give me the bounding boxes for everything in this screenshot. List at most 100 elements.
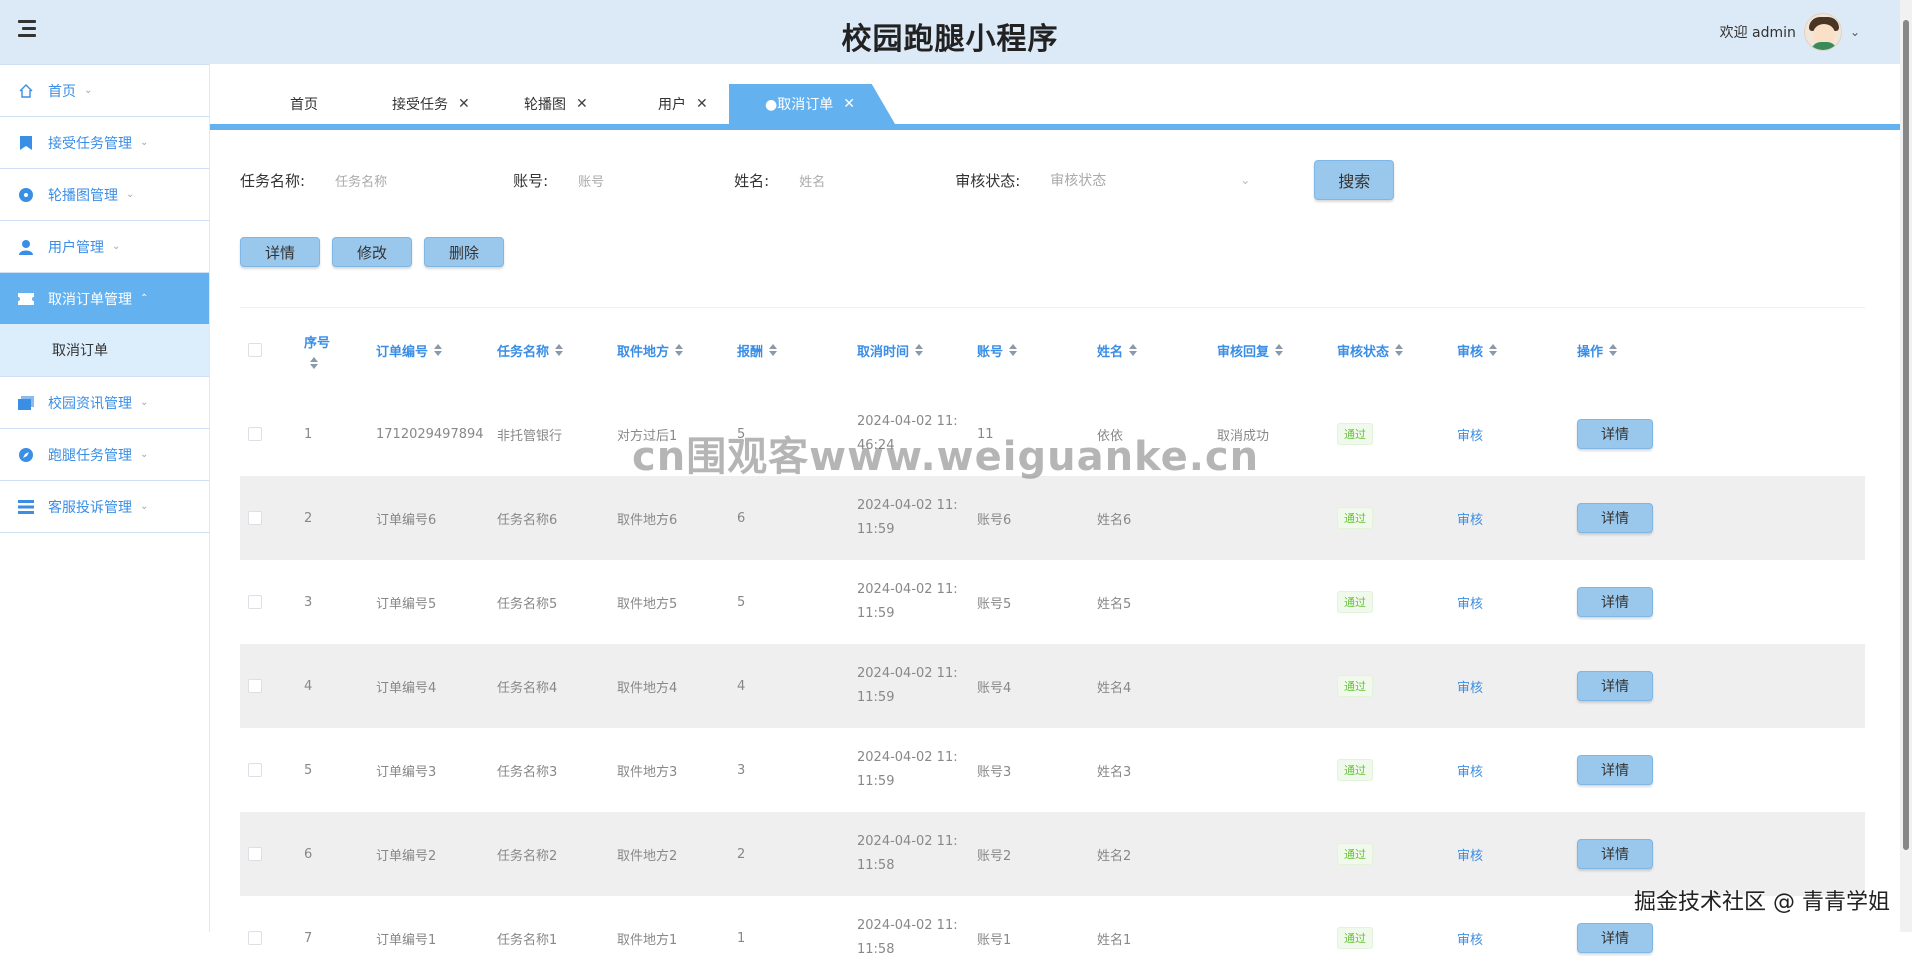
- sort-icon[interactable]: [310, 357, 318, 369]
- cell-cancel-time: 2024-04-02 11: 11:58: [857, 896, 958, 980]
- sidebar-item-users[interactable]: 用户管理 ⌄: [0, 220, 209, 272]
- sidebar-item-errand-tasks[interactable]: 跑腿任务管理 ⌄: [0, 428, 209, 480]
- header-cancel-time[interactable]: 取消时间: [857, 308, 923, 392]
- row-detail-button[interactable]: 详情: [1577, 419, 1653, 449]
- account-input[interactable]: 账号: [568, 163, 738, 197]
- name-input[interactable]: 姓名: [789, 163, 959, 197]
- sidebar-subitem-cancel-order[interactable]: 取消订单: [0, 324, 209, 376]
- delete-button[interactable]: 删除: [424, 237, 504, 267]
- row-detail-button[interactable]: 详情: [1577, 755, 1653, 785]
- tabs-bar: 首页 接受任务✕ 轮播图✕ 用户✕ ●取消订单✕: [210, 64, 1900, 130]
- orders-table: 序号 订单编号 任务名称 取件地方 报酬 取消时间 账号 姓名 审核回复 审核状…: [240, 307, 1865, 980]
- status-select[interactable]: 审核状态 ⌄: [1040, 163, 1260, 197]
- sort-icon[interactable]: [1489, 344, 1497, 356]
- avatar[interactable]: [1804, 13, 1842, 51]
- header-status[interactable]: 审核状态: [1337, 308, 1403, 392]
- audit-link[interactable]: 审核: [1457, 560, 1483, 644]
- header-name[interactable]: 姓名: [1097, 308, 1137, 392]
- close-icon[interactable]: ✕: [458, 96, 470, 112]
- cell-order-no: 1712029497894: [376, 392, 484, 476]
- header-audit[interactable]: 审核: [1457, 308, 1497, 392]
- tab-cancel-orders[interactable]: ●取消订单✕: [729, 84, 895, 124]
- row-detail-button[interactable]: 详情: [1577, 587, 1653, 617]
- sort-icon[interactable]: [434, 344, 442, 356]
- row-checkbox[interactable]: [248, 595, 262, 609]
- chevron-down-icon[interactable]: ⌄: [1850, 25, 1860, 39]
- cell-index: 3: [304, 560, 312, 644]
- cell-pay: 1: [737, 896, 745, 980]
- list-icon: [18, 499, 34, 515]
- sort-icon[interactable]: [915, 344, 923, 356]
- detail-button[interactable]: 详情: [240, 237, 320, 267]
- row-checkbox[interactable]: [248, 679, 262, 693]
- header-operation[interactable]: 操作: [1577, 308, 1617, 392]
- sidebar-item-carousel[interactable]: 轮播图管理 ⌄: [0, 168, 209, 220]
- sort-icon[interactable]: [1395, 344, 1403, 356]
- row-detail-button[interactable]: 详情: [1577, 671, 1653, 701]
- cell-pay: 3: [737, 728, 745, 812]
- cell-pickup-place: 取件地方2: [617, 812, 677, 896]
- sort-icon[interactable]: [1009, 344, 1017, 356]
- audit-link[interactable]: 审核: [1457, 392, 1483, 476]
- cell-account: 账号5: [977, 560, 1011, 644]
- header-pickup-place[interactable]: 取件地方: [617, 308, 683, 392]
- table-row[interactable]: 7订单编号1任务名称1取件地方112024-04-02 11: 11:58账号1…: [240, 896, 1865, 980]
- status-badge: 通过: [1337, 591, 1373, 613]
- audit-link[interactable]: 审核: [1457, 476, 1483, 560]
- row-checkbox[interactable]: [248, 763, 262, 777]
- audit-link[interactable]: 审核: [1457, 728, 1483, 812]
- sort-icon[interactable]: [1275, 344, 1283, 356]
- scrollbar-thumb[interactable]: [1903, 20, 1909, 850]
- page-scrollbar[interactable]: [1900, 0, 1912, 932]
- tab-carousel[interactable]: 轮播图✕: [524, 84, 588, 124]
- edit-button[interactable]: 修改: [332, 237, 412, 267]
- header-order-no[interactable]: 订单编号: [376, 308, 442, 392]
- task-name-input[interactable]: 任务名称: [325, 163, 495, 197]
- cell-index: 1: [304, 392, 312, 476]
- row-detail-button[interactable]: 详情: [1577, 923, 1653, 953]
- cell-index: 7: [304, 896, 312, 980]
- sidebar-item-campus-news[interactable]: 校园资讯管理 ⌄: [0, 376, 209, 428]
- header-reply[interactable]: 审核回复: [1217, 308, 1283, 392]
- cell-order-no: 订单编号1: [376, 896, 436, 980]
- cell-task-name: 任务名称5: [497, 560, 557, 644]
- sort-icon[interactable]: [1129, 344, 1137, 356]
- select-all-checkbox[interactable]: [248, 343, 262, 357]
- header-account[interactable]: 账号: [977, 308, 1017, 392]
- row-checkbox[interactable]: [248, 931, 262, 945]
- close-icon[interactable]: ✕: [696, 96, 708, 112]
- audit-link[interactable]: 审核: [1457, 812, 1483, 896]
- user-menu[interactable]: 欢迎 admin ⌄: [1720, 12, 1860, 52]
- header-task-name[interactable]: 任务名称: [497, 308, 563, 392]
- sort-icon[interactable]: [1609, 344, 1617, 356]
- row-checkbox[interactable]: [248, 427, 262, 441]
- tab-home[interactable]: 首页: [290, 84, 318, 124]
- sidebar-item-home[interactable]: 首页 ⌄: [0, 64, 209, 116]
- sort-icon[interactable]: [769, 344, 777, 356]
- sort-icon[interactable]: [555, 344, 563, 356]
- cell-cancel-time: 2024-04-02 11: 11:59: [857, 728, 958, 812]
- audit-link[interactable]: 审核: [1457, 644, 1483, 728]
- sort-icon[interactable]: [675, 344, 683, 356]
- row-checkbox[interactable]: [248, 847, 262, 861]
- table-row[interactable]: 3订单编号5任务名称5取件地方552024-04-02 11: 11:59账号5…: [240, 560, 1865, 644]
- table-row[interactable]: 6订单编号2任务名称2取件地方222024-04-02 11: 11:58账号2…: [240, 812, 1865, 896]
- row-detail-button[interactable]: 详情: [1577, 503, 1653, 533]
- close-icon[interactable]: ✕: [843, 96, 855, 112]
- table-row[interactable]: 5订单编号3任务名称3取件地方332024-04-02 11: 11:59账号3…: [240, 728, 1865, 812]
- sidebar-item-accept-tasks[interactable]: 接受任务管理 ⌄: [0, 116, 209, 168]
- table-row[interactable]: 4订单编号4任务名称4取件地方442024-04-02 11: 11:59账号4…: [240, 644, 1865, 728]
- row-checkbox[interactable]: [248, 511, 262, 525]
- cell-index: 5: [304, 728, 312, 812]
- table-row[interactable]: 2订单编号6任务名称6取件地方662024-04-02 11: 11:59账号6…: [240, 476, 1865, 560]
- header-pay[interactable]: 报酬: [737, 308, 777, 392]
- audit-link[interactable]: 审核: [1457, 896, 1483, 980]
- search-button[interactable]: 搜索: [1314, 160, 1394, 200]
- sidebar-item-cancel-orders[interactable]: 取消订单管理 ⌃: [0, 272, 209, 324]
- close-icon[interactable]: ✕: [576, 96, 588, 112]
- tab-users[interactable]: 用户✕: [658, 84, 708, 124]
- row-detail-button[interactable]: 详情: [1577, 839, 1653, 869]
- sidebar-item-complaints[interactable]: 客服投诉管理 ⌄: [0, 480, 209, 532]
- tab-accept-tasks[interactable]: 接受任务✕: [392, 84, 470, 124]
- header-index[interactable]: 序号: [304, 308, 330, 392]
